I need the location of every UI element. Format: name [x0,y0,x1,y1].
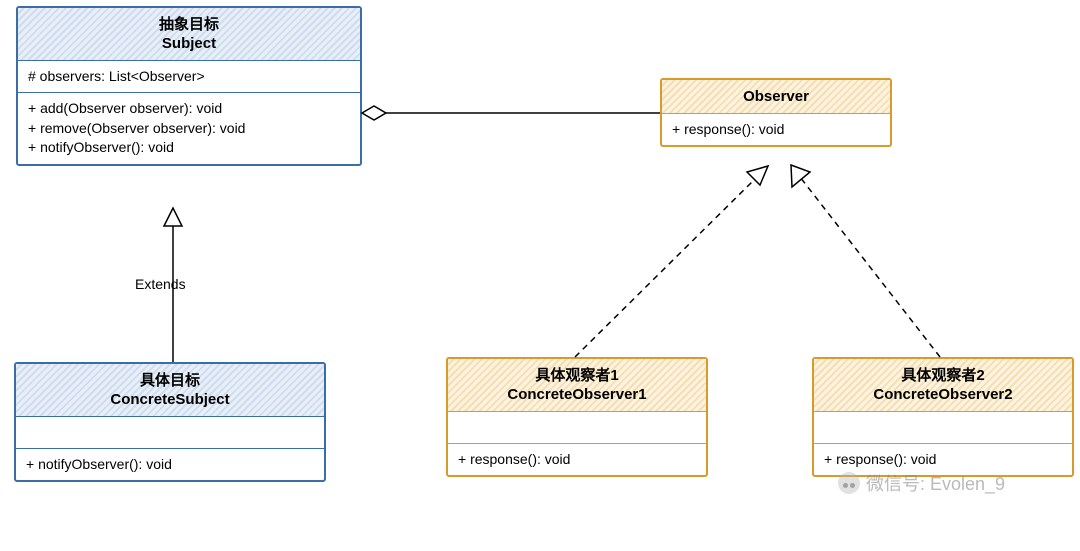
wechat-icon [838,472,860,494]
class-observer-header: Observer [662,80,890,114]
watermark-text: 微信号: Evolen_9 [866,470,1005,496]
triangle-arrow-icon [791,165,810,187]
class-concrete-observer1: 具体观察者1 ConcreteObserver1 + response(): v… [446,357,708,477]
edge-realization-concrete-observer2 [791,165,940,357]
concrete-observer1-method-response: + response(): void [458,450,696,470]
class-subject-title-en: Subject [28,35,350,54]
concrete-subject-title-zh: 具体目标 [26,372,314,391]
concrete-observer1-title-en: ConcreteObserver1 [458,386,696,405]
class-observer-methods: + response(): void [662,114,890,146]
class-concrete-observer2: 具体观察者2 ConcreteObserver2 + response(): v… [812,357,1074,477]
class-concrete-subject-attributes [16,417,324,449]
subject-method-remove: + remove(Observer observer): void [28,119,350,139]
observer-method-response: + response(): void [672,120,880,140]
class-concrete-subject: 具体目标 ConcreteSubject + notifyObserver():… [14,362,326,482]
class-concrete-subject-header: 具体目标 ConcreteSubject [16,364,324,417]
watermark: 微信号: Evolen_9 [838,470,1005,496]
concrete-observer2-title-zh: 具体观察者2 [824,367,1062,386]
label-extends: Extends [135,276,186,292]
concrete-observer2-method-response: + response(): void [824,450,1062,470]
concrete-subject-title-en: ConcreteSubject [26,391,314,410]
concrete-observer1-title-zh: 具体观察者1 [458,367,696,386]
concrete-subject-method-notify: + notifyObserver(): void [26,455,314,475]
concrete-observer2-title-en: ConcreteObserver2 [824,386,1062,405]
class-concrete-observer1-methods: + response(): void [448,444,706,476]
class-subject-header: 抽象目标 Subject [18,8,360,61]
class-observer: Observer + response(): void [660,78,892,147]
class-concrete-observer1-attributes [448,412,706,444]
class-concrete-observer2-header: 具体观察者2 ConcreteObserver2 [814,359,1072,412]
subject-attr-observers: # observers: List<Observer> [28,67,350,87]
class-subject: 抽象目标 Subject # observers: List<Observer>… [16,6,362,166]
class-subject-title-zh: 抽象目标 [28,16,350,35]
class-subject-methods: + add(Observer observer): void + remove(… [18,93,360,164]
class-concrete-observer2-attributes [814,412,1072,444]
observer-title-en: Observer [672,88,880,107]
triangle-arrow-icon [747,166,768,185]
subject-method-add: + add(Observer observer): void [28,99,350,119]
class-concrete-observer1-header: 具体观察者1 ConcreteObserver1 [448,359,706,412]
edge-realization-concrete-observer1 [575,166,768,357]
class-subject-attributes: # observers: List<Observer> [18,61,360,94]
subject-method-notify: + notifyObserver(): void [28,138,350,158]
triangle-up-icon [164,208,182,226]
diamond-icon [362,106,386,120]
edge-aggregation-subject-observer [362,106,660,120]
class-concrete-subject-methods: + notifyObserver(): void [16,449,324,481]
